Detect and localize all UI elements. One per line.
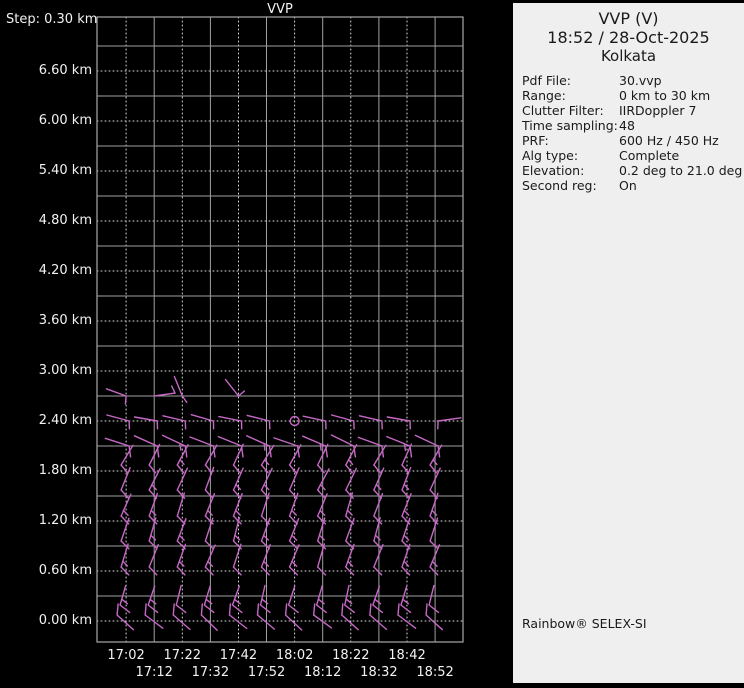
info-field-label: Second reg: xyxy=(522,178,597,193)
info-field-label: Clutter Filter: xyxy=(522,103,604,118)
y-axis-label: 1.20 km xyxy=(38,513,92,528)
y-axis-label: 6.00 km xyxy=(38,113,92,128)
x-axis-label: 17:02 xyxy=(107,648,145,663)
info-field-row: PRF: 600 Hz / 450 Hz xyxy=(522,133,744,148)
brand-footer: Rainbow® SELEX-SI xyxy=(522,616,647,631)
y-axis-label: 2.40 km xyxy=(38,413,92,428)
y-axis-label: 0.00 km xyxy=(38,613,92,628)
info-field-value: Complete xyxy=(619,148,680,163)
info-field-value: 600 Hz / 450 Hz xyxy=(619,133,719,148)
info-field-row: Clutter Filter: IIRDoppler 7 xyxy=(522,103,744,118)
info-field-value: IIRDoppler 7 xyxy=(619,103,697,118)
x-axis-label: 18:32 xyxy=(360,665,398,680)
y-axis-label: 4.80 km xyxy=(38,213,92,228)
y-axis-label: 1.80 km xyxy=(38,463,92,478)
y-axis-label: 6.60 km xyxy=(38,63,92,78)
x-axis-label: 18:02 xyxy=(275,648,314,663)
panel-site: Kolkata xyxy=(600,47,657,65)
x-axis-label: 17:52 xyxy=(247,665,286,680)
info-field-value: 30.vvp xyxy=(619,73,662,88)
step-label: Step: 0.30 km xyxy=(6,12,98,27)
x-axis-label: 18:52 xyxy=(416,665,454,680)
info-field-row: Alg type: Complete xyxy=(522,148,744,163)
info-field-row: Second reg: On xyxy=(522,178,744,193)
x-axis-label: 17:42 xyxy=(219,648,258,663)
x-axis-label: 17:12 xyxy=(135,665,173,680)
info-field-row: Range: 0 km to 30 km xyxy=(522,88,744,103)
panel-title: VVP (V) xyxy=(598,9,659,28)
info-field-label: Time sampling: xyxy=(522,118,618,133)
info-field-row: Pdf File: 30.vvp xyxy=(522,73,744,88)
x-axis-label: 18:42 xyxy=(388,648,426,663)
x-axis-label: 18:22 xyxy=(332,648,370,663)
info-field-row: Time sampling: 48 xyxy=(522,118,744,133)
x-axis-label: 17:32 xyxy=(191,665,230,680)
plot-title: VVP xyxy=(267,2,293,17)
x-axis-label: 18:12 xyxy=(303,665,342,680)
info-field-label: Alg type: xyxy=(522,148,579,163)
info-field-row: Elevation: 0.2 deg to 21.0 deg xyxy=(522,163,744,178)
panel-datetime: 18:52 / 28-Oct-2025 xyxy=(547,28,710,47)
info-field-value: 0.2 deg to 21.0 deg xyxy=(619,163,743,178)
info-field-value: 48 xyxy=(619,118,635,133)
info-field-value: On xyxy=(619,178,637,193)
info-field-label: Pdf File: xyxy=(522,73,571,88)
info-fields: Pdf File: 30.vvp Range: 0 km to 30 km Clutte… xyxy=(513,73,744,193)
info-field-value: 0 km to 30 km xyxy=(619,88,711,103)
y-axis-label: 4.20 km xyxy=(38,263,92,278)
vvp-window: VVP Step: 0.30 km 6.60 km 6.00 km 5.40 km 4… xyxy=(0,0,744,688)
vvp-plot-area: VVP Step: 0.30 km 6.60 km 6.00 km 5.40 km 4… xyxy=(0,0,513,688)
info-field-label: Range: xyxy=(522,88,566,103)
y-axis-label: 0.60 km xyxy=(38,563,92,578)
y-axis-label: 3.60 km xyxy=(38,313,92,328)
info-panel: VVP (V) 18:52 / 28-Oct-2025 Kolkata Pdf … xyxy=(513,3,744,683)
y-axis-label: 3.00 km xyxy=(38,363,92,378)
x-axis-label: 17:22 xyxy=(163,648,201,663)
info-field-label: PRF: xyxy=(522,133,549,148)
y-axis-label: 5.40 km xyxy=(38,163,92,178)
wind-barb-chart xyxy=(96,16,464,643)
info-field-label: Elevation: xyxy=(522,163,585,178)
